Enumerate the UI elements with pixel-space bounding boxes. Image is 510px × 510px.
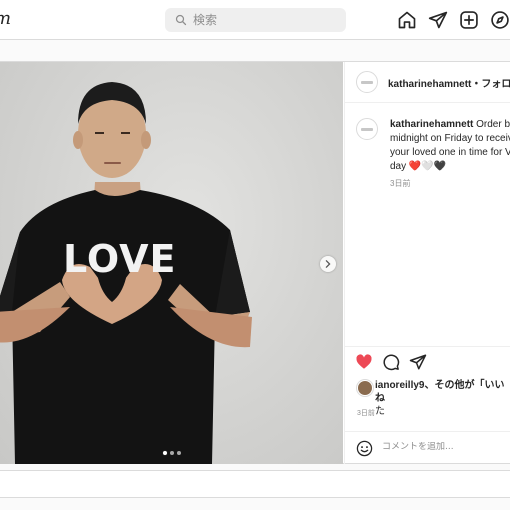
caption-line: Order be: [476, 119, 510, 130]
shirt-text: LOVE: [63, 237, 177, 281]
author-username[interactable]: katharinehamnett: [388, 79, 471, 90]
direct-message-icon[interactable]: [428, 10, 448, 30]
liker-avatar[interactable]: [357, 380, 373, 396]
next-post-preview: [0, 470, 510, 498]
instagram-logo[interactable]: m: [0, 8, 11, 29]
post-header: katharinehamnett・フォロー: [345, 62, 510, 103]
post-timestamp[interactable]: 3日前: [357, 408, 375, 418]
explore-icon[interactable]: [490, 10, 510, 30]
likes-line2: た: [375, 406, 385, 417]
caption-text: katharinehamnett Order be midnight on Fr…: [390, 118, 510, 174]
post-photo[interactable]: LOVE: [0, 62, 343, 464]
caption-line: your loved one in time for Va: [390, 147, 510, 158]
new-post-icon[interactable]: [459, 10, 479, 30]
search-icon: [175, 14, 187, 26]
share-icon[interactable]: [409, 353, 427, 371]
emoji-icon[interactable]: [356, 440, 373, 457]
avatar-logo-mark: [361, 80, 373, 84]
search-box[interactable]: [165, 8, 346, 32]
post-author-line: katharinehamnett・フォロー: [388, 75, 510, 90]
carousel-dot: [169, 451, 174, 455]
carousel-next-button[interactable]: [320, 256, 336, 272]
comment-composer: [345, 431, 510, 465]
carousel-dot: [176, 451, 181, 455]
follow-button[interactable]: フォロー: [481, 79, 510, 90]
search-input[interactable]: [193, 13, 333, 27]
caption-username[interactable]: katharinehamnett: [390, 119, 473, 130]
post-card: LOVE katharinehamnett・フォロー: [0, 61, 510, 464]
carousel-indicator: [0, 451, 343, 455]
author-avatar[interactable]: [356, 71, 378, 93]
comment-input[interactable]: [382, 442, 502, 452]
comment-icon[interactable]: [382, 353, 400, 371]
top-navigation-bar: m: [0, 0, 510, 40]
liker-username[interactable]: ianoreilly9: [375, 380, 424, 391]
home-icon[interactable]: [397, 10, 417, 30]
likes-text: ianoreilly9、その他が「いいね た: [375, 379, 510, 418]
header-separator: ・: [471, 79, 482, 90]
post-sidebar: katharinehamnett・フォロー katharinehamnett O…: [344, 62, 510, 464]
model-illustration: LOVE: [0, 82, 252, 464]
caption-line: midnight on Friday to receiv: [390, 133, 510, 144]
like-heart-icon[interactable]: [355, 353, 373, 371]
caption-line: day ❤️🤍🖤: [390, 161, 447, 172]
caption-timestamp[interactable]: 3日前: [390, 178, 410, 189]
caption-avatar[interactable]: [356, 118, 378, 140]
carousel-dot-active: [162, 451, 167, 455]
chevron-right-icon: [325, 260, 331, 268]
avatar-logo-mark: [361, 127, 373, 131]
